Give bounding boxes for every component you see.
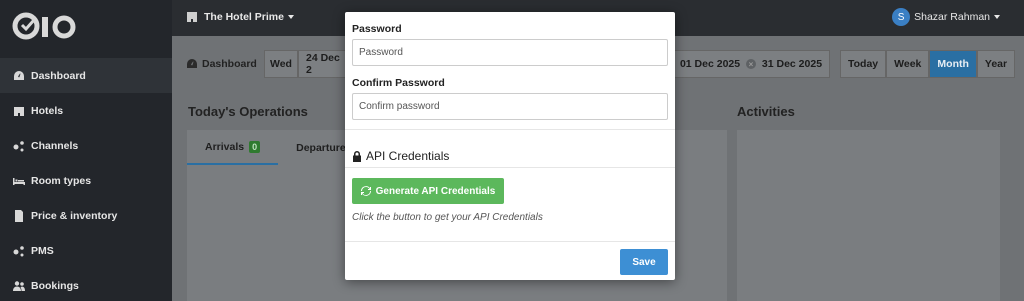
hotel-name: The Hotel Prime <box>204 11 284 23</box>
sidebar-item-label: Price & inventory <box>31 209 118 222</box>
hotel-selector[interactable]: The Hotel Prime <box>186 11 294 23</box>
users-icon <box>13 280 25 292</box>
confirm-password-input[interactable]: Confirm password <box>352 93 668 120</box>
pms-icon <box>13 245 25 257</box>
sidebar-item-channels[interactable]: Channels <box>0 128 172 163</box>
confirm-password-placeholder: Confirm password <box>359 101 440 112</box>
sidebar-item-label: Room types <box>31 174 92 187</box>
sidebar-item-pms[interactable]: PMS <box>0 233 172 268</box>
password-input[interactable]: Password <box>352 39 668 66</box>
sidebar-item-hotels[interactable]: Hotels <box>0 93 172 128</box>
hotel-icon <box>13 105 25 117</box>
save-button[interactable]: Save <box>620 249 668 275</box>
period-today[interactable]: Today <box>840 50 887 78</box>
confirm-password-label: Confirm Password <box>352 77 445 89</box>
period-week[interactable]: Week <box>886 50 930 78</box>
date-button[interactable]: 24 Dec 2 <box>298 50 346 78</box>
bed-icon <box>13 175 25 187</box>
range-start: 01 Dec 2025 <box>679 58 741 70</box>
sidebar-item-label: Dashboard <box>31 69 86 82</box>
activities-panel <box>737 130 1000 301</box>
password-label: Password <box>352 23 402 35</box>
sidebar-item-label: Bookings <box>31 279 79 292</box>
avatar: S <box>892 8 911 26</box>
period-selector: Today Week Month Year <box>840 50 1016 78</box>
tab-arrivals[interactable]: Arrivals 0 <box>187 130 279 165</box>
sidebar-item-bookings[interactable]: Bookings <box>0 268 172 301</box>
divider <box>345 129 675 130</box>
arrivals-count-badge: 0 <box>249 140 261 153</box>
document-icon <box>13 209 25 222</box>
operations-title: Today's Operations <box>188 104 308 119</box>
sidebar-item-dashboard[interactable]: Dashboard <box>0 58 172 93</box>
divider <box>345 241 675 242</box>
sidebar-nav: Dashboard Hotels Channels Room types Pri… <box>0 58 172 301</box>
day-button[interactable]: Wed <box>264 50 298 78</box>
password-placeholder: Password <box>359 47 403 58</box>
dashboard-icon <box>187 59 197 68</box>
dashboard-icon <box>13 70 25 82</box>
generate-button-label: Generate API Credentials <box>375 185 496 197</box>
range-end: 31 Dec 2025 <box>761 58 823 70</box>
divider <box>345 167 675 168</box>
app-logo[interactable] <box>12 8 82 48</box>
period-month[interactable]: Month <box>929 50 977 78</box>
lock-icon <box>353 150 361 162</box>
channels-icon <box>13 140 25 152</box>
chevron-down-icon <box>994 15 1000 19</box>
sidebar-item-label: Hotels <box>31 104 64 117</box>
sidebar-item-price-inventory[interactable]: Price & inventory <box>0 198 172 233</box>
generate-api-credentials-button[interactable]: Generate API Credentials <box>352 178 504 204</box>
period-year[interactable]: Year <box>976 50 1016 78</box>
refresh-icon <box>360 186 371 196</box>
tab-label: Arrivals <box>205 140 245 153</box>
activities-title: Activities <box>737 104 795 119</box>
api-credentials-modal: Password Password Confirm Password Confi… <box>345 12 675 280</box>
chevron-down-icon <box>287 15 294 19</box>
api-credentials-title: API Credentials <box>352 149 449 163</box>
sidebar: Dashboard Hotels Channels Room types Pri… <box>0 0 172 301</box>
breadcrumb: Dashboard <box>186 58 257 70</box>
clear-icon[interactable]: × <box>746 59 756 69</box>
date-range-picker[interactable]: 01 Dec 2025 × 31 Dec 2025 <box>672 50 830 78</box>
breadcrumb-label: Dashboard <box>202 58 257 70</box>
sidebar-item-label: Channels <box>31 139 79 152</box>
sidebar-item-label: PMS <box>31 244 54 257</box>
api-hint-text: Click the button to get your API Credent… <box>352 212 543 223</box>
tab-label: Departures <box>296 141 352 154</box>
user-name: Shazar Rahman <box>914 11 990 23</box>
building-icon <box>187 12 197 22</box>
user-menu[interactable]: S Shazar Rahman <box>892 8 1000 26</box>
sidebar-item-room-types[interactable]: Room types <box>0 163 172 198</box>
api-title-text: API Credentials <box>366 149 450 163</box>
